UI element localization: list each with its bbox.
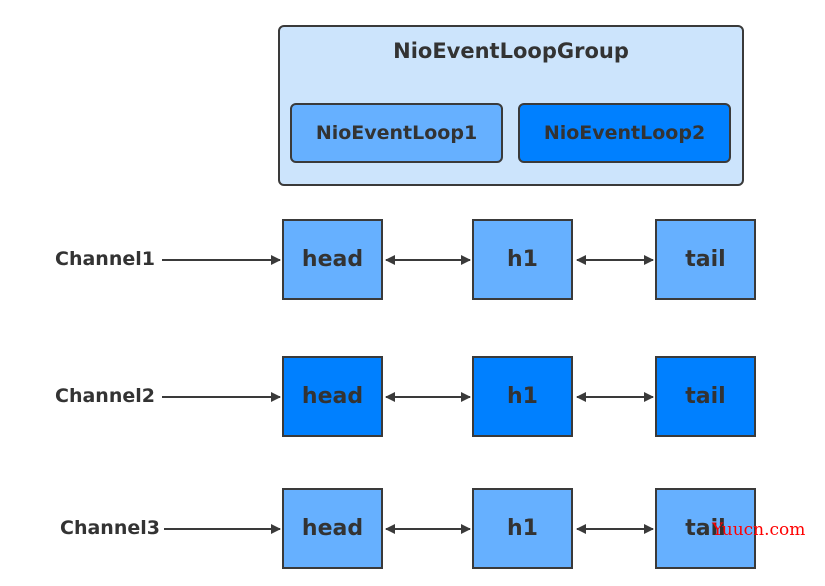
watermark: Yuucn.com — [712, 520, 806, 540]
connector-arrows — [162, 255, 654, 534]
